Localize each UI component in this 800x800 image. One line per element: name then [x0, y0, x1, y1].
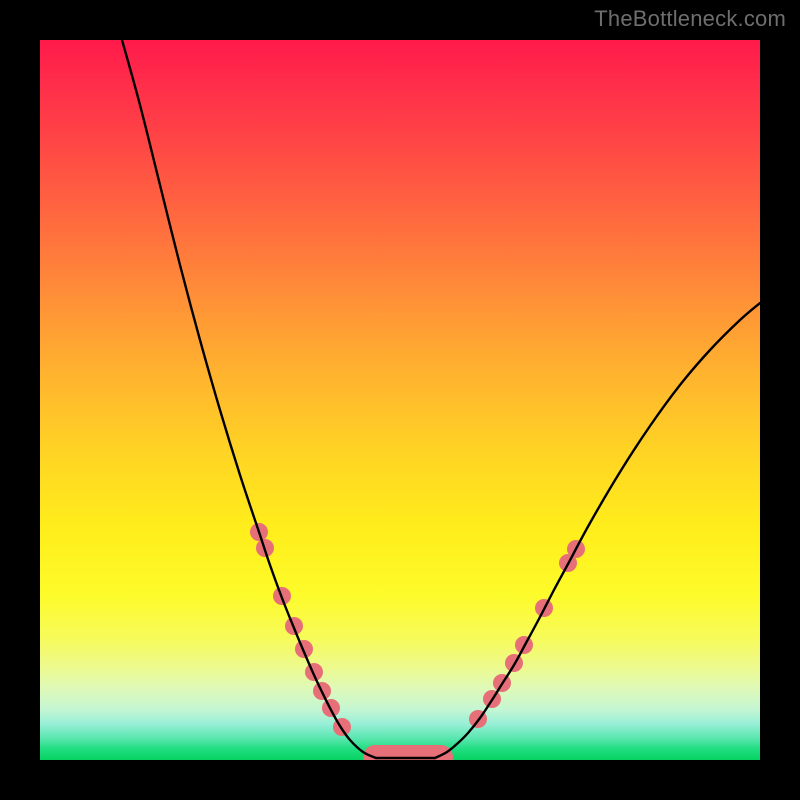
watermark-text: TheBottleneck.com [594, 6, 786, 32]
curve-segment [435, 303, 760, 758]
curve-segment [122, 40, 376, 758]
marker-left [305, 663, 323, 681]
outer-frame: TheBottleneck.com [0, 0, 800, 800]
chart-svg [40, 40, 760, 760]
plot-area [40, 40, 760, 760]
